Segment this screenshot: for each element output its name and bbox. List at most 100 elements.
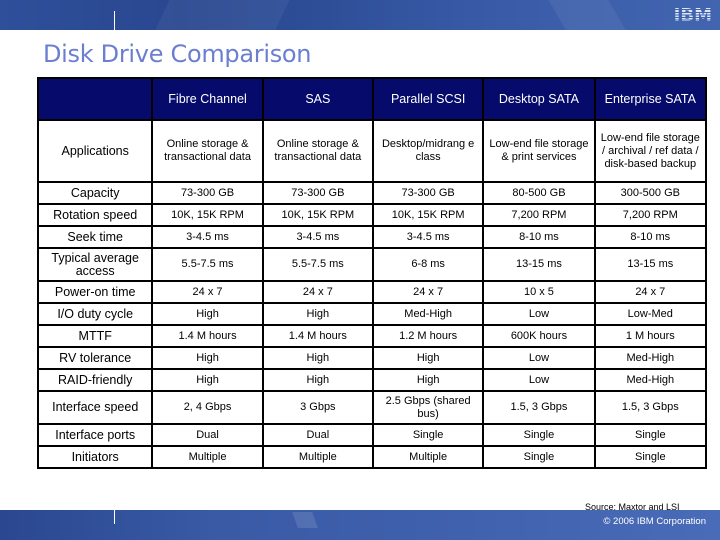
column-header: Enterprise SATA [593, 77, 708, 121]
table-cell: 1.4 M hours [151, 324, 264, 348]
table-cell: 600K hours [482, 324, 596, 348]
banner-decoration [292, 512, 318, 528]
table-cell: Med-High [593, 368, 708, 392]
table-row: Seek time 3-4.5 ms 3-4.5 ms 3-4.5 ms 8-10 ms… [36, 225, 708, 249]
row-label: Interface speed [36, 390, 154, 425]
banner-divider [114, 510, 115, 524]
table-cell: Multiple [371, 445, 485, 469]
table-row: Rotation speed 10K, 15K RPM 10K, 15K RPM 10… [36, 203, 708, 227]
table-cell: 24 x 7 [151, 280, 264, 304]
table-row: Capacity 73-300 GB 73-300 GB 73-300 GB 80-50… [36, 181, 708, 205]
table-cell: High [261, 346, 374, 370]
row-label: RAID-friendly [36, 368, 154, 392]
table-cell: Single [593, 445, 708, 469]
table-cell: Low [482, 368, 596, 392]
table-cell: 1.4 M hours [261, 324, 374, 348]
table-cell: 3-4.5 ms [261, 225, 374, 249]
table-cell: 73-300 GB [151, 181, 264, 205]
table-cell: Dual [261, 423, 374, 447]
table-cell: Online storage & transactional data [151, 119, 264, 183]
table-cell: High [371, 346, 485, 370]
table-cell: 5.5-7.5 ms [151, 247, 264, 282]
table-cell: 73-300 GB [261, 181, 374, 205]
row-label: Interface ports [36, 423, 154, 447]
table-cell: Med-High [371, 302, 485, 326]
table-row: I/O duty cycle High High Med-High Low Low-Med [36, 302, 708, 326]
table-header-row: Fibre Channel SAS Parallel SCSI Desktop … [36, 77, 708, 121]
row-label: Seek time [36, 225, 154, 249]
table-cell: Desktop/midrang e class [371, 119, 485, 183]
column-header: Parallel SCSI [371, 77, 485, 121]
table-cell: 1.2 M hours [371, 324, 485, 348]
table-cell: 10K, 15K RPM [371, 203, 485, 227]
table-cell: Single [482, 423, 596, 447]
table-cell: 7,200 RPM [593, 203, 708, 227]
copyright: © 2006 IBM Corporation [603, 516, 706, 527]
row-label: Rotation speed [36, 203, 154, 227]
table-row: MTTF 1.4 M hours 1.4 M hours 1.2 M hours 600… [36, 324, 708, 348]
top-banner: IBM [0, 0, 720, 30]
table-row: Interface ports Dual Dual Single Single Singl… [36, 423, 708, 447]
row-label: Typical average access [36, 247, 154, 282]
table-cell: 1.5, 3 Gbps [482, 390, 596, 425]
table-cell: Multiple [261, 445, 374, 469]
column-header: Desktop SATA [482, 77, 596, 121]
table-cell: 8-10 ms [482, 225, 596, 249]
table-row: RAID-friendly High High High Low Med-High [36, 368, 708, 392]
table-cell: Med-High [593, 346, 708, 370]
table-cell: 3-4.5 ms [151, 225, 264, 249]
table-cell: High [371, 368, 485, 392]
page-title: Disk Drive Comparison [43, 40, 312, 68]
table-cell: Single [371, 423, 485, 447]
table-cell: 1 M hours [593, 324, 708, 348]
table-cell: 24 x 7 [593, 280, 708, 304]
banner-decoration [542, 0, 638, 30]
row-label: MTTF [36, 324, 154, 348]
row-label: Capacity [36, 181, 154, 205]
table-cell: High [261, 368, 374, 392]
column-header: SAS [261, 77, 374, 121]
table-cell: Low-end file storage / archival / ref da… [593, 119, 708, 183]
table-cell: Low [482, 346, 596, 370]
table-cell: 2.5 Gbps (shared bus) [371, 390, 485, 425]
table-cell: 5.5-7.5 ms [261, 247, 374, 282]
row-label: Power-on time [36, 280, 154, 304]
table-cell: High [151, 368, 264, 392]
table-cell: 73-300 GB [371, 181, 485, 205]
table-cell: 2, 4 Gbps [151, 390, 264, 425]
table-cell: 1.5, 3 Gbps [593, 390, 708, 425]
column-header [36, 77, 154, 121]
table-cell: Single [593, 423, 708, 447]
table-cell: 24 x 7 [371, 280, 485, 304]
row-label: Initiators [36, 445, 154, 469]
table-cell: High [151, 302, 264, 326]
table-cell: 80-500 GB [482, 181, 596, 205]
table-cell: 10K, 15K RPM [261, 203, 374, 227]
table-cell: 3 Gbps [261, 390, 374, 425]
row-label: Applications [36, 119, 154, 183]
table-cell: High [151, 346, 264, 370]
table-cell: 6-8 ms [371, 247, 485, 282]
table-cell: Low [482, 302, 596, 326]
table-cell: Low-Med [593, 302, 708, 326]
table-cell: 3-4.5 ms [371, 225, 485, 249]
row-label: I/O duty cycle [36, 302, 154, 326]
table-cell: Low-end file storage & print services [482, 119, 596, 183]
table-cell: 8-10 ms [593, 225, 708, 249]
table-row: Typical average access 5.5-7.5 ms 5.5-7.5 … [36, 247, 708, 282]
banner-divider [114, 11, 115, 30]
banner-decoration [146, 0, 294, 30]
table-cell: Dual [151, 423, 264, 447]
table-row: Interface speed 2, 4 Gbps 3 Gbps 2.5 Gbps (… [36, 390, 708, 425]
table-row: RV tolerance High High High Low Med-High [36, 346, 708, 370]
table-cell: 7,200 RPM [482, 203, 596, 227]
table-cell: High [261, 302, 374, 326]
table-cell: Single [482, 445, 596, 469]
table-cell: 10K, 15K RPM [151, 203, 264, 227]
table-row: Applications Online storage & transaction… [36, 119, 708, 183]
column-header: Fibre Channel [151, 77, 264, 121]
table-row: Initiators Multiple Multiple Multiple Single… [36, 445, 708, 469]
table-cell: 24 x 7 [261, 280, 374, 304]
comparison-table: Fibre Channel SAS Parallel SCSI Desktop … [36, 77, 708, 469]
table-row: Power-on time 24 x 7 24 x 7 24 x 7 10 x 5 24 … [36, 280, 708, 304]
